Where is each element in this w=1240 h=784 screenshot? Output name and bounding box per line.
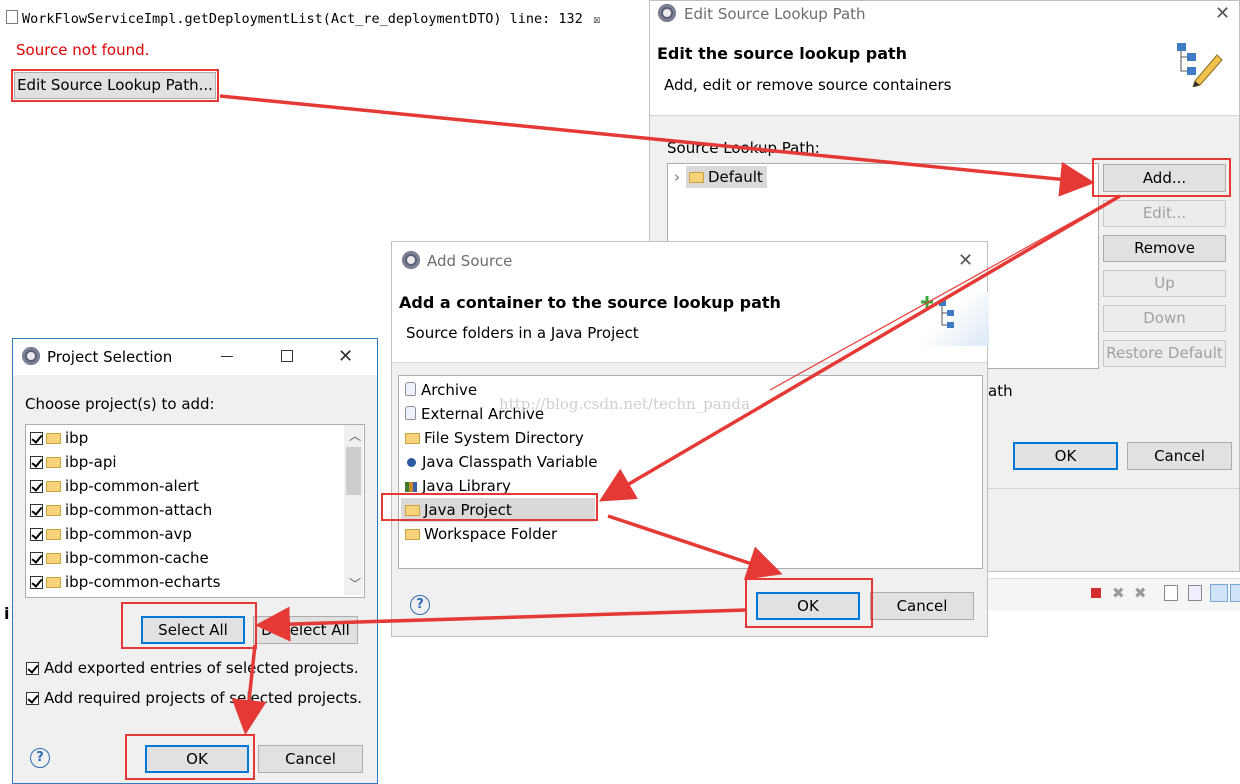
- arrow: [598, 194, 1121, 502]
- arrow: [607, 514, 783, 580]
- arrow: [769, 199, 1113, 391]
- annotation-arrows: [219, 94, 1121, 735]
- arrow: [231, 644, 267, 735]
- arrow: [219, 94, 1095, 197]
- arrow: [255, 606, 747, 642]
